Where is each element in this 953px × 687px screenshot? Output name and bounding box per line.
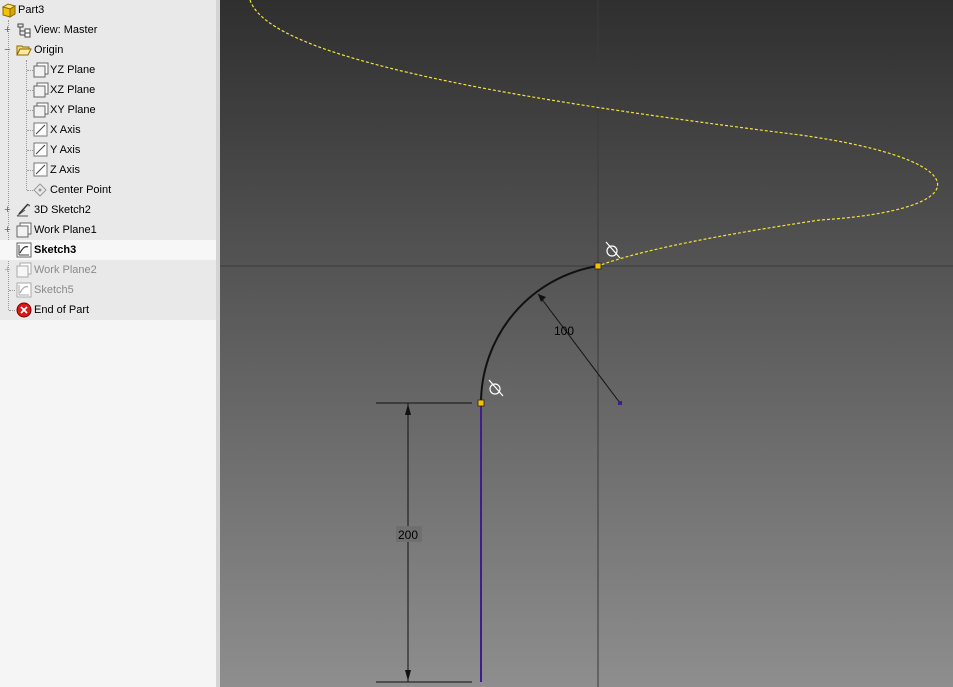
xy-plane-label: XY Plane — [50, 104, 96, 116]
part-name-label: Part3 — [18, 4, 45, 16]
length-dimension-text[interactable]: 200 — [398, 528, 418, 542]
yz-plane-label: YZ Plane — [50, 64, 96, 76]
axis-icon — [33, 142, 48, 157]
arc-endpoint-bottom[interactable] — [477, 399, 485, 407]
part-cube-icon — [1, 3, 17, 18]
sketch-canvas[interactable]: 100 200 — [220, 0, 953, 687]
expand-plus-icon[interactable]: + — [3, 25, 12, 36]
arc-center-point[interactable] — [618, 401, 622, 405]
sketch3-label: Sketch3 — [34, 244, 77, 256]
z-axis-label: Z Axis — [50, 164, 80, 176]
3d-sketch-icon — [16, 203, 30, 217]
view-rep-icon — [17, 23, 31, 38]
graphics-viewport[interactable]: 100 200 — [220, 0, 953, 687]
work-plane-icon — [16, 262, 32, 278]
open-folder-icon — [16, 45, 32, 56]
work-plane-icon — [16, 222, 32, 238]
plane-icon — [33, 102, 49, 118]
dimension-arrowhead-bottom — [405, 670, 411, 681]
x-axis-label: X Axis — [50, 124, 81, 136]
dimension-arrowhead-top — [405, 404, 411, 415]
radius-arrowhead — [538, 294, 546, 302]
plane-icon — [33, 82, 49, 98]
expand-plus-icon[interactable]: + — [3, 265, 12, 276]
work-plane2-label: Work Plane2 — [34, 264, 97, 276]
arc-endpoint-top[interactable] — [594, 262, 602, 270]
browser-tree-background — [0, 0, 216, 320]
tangent-constraint-icon[interactable] — [488, 379, 504, 397]
radius-dimension-line — [537, 293, 621, 404]
expand-plus-icon[interactable]: + — [3, 225, 12, 236]
sketch-icon — [16, 242, 32, 258]
tree-line — [9, 290, 15, 291]
plane-icon — [33, 62, 49, 78]
view-label: View: Master — [34, 24, 98, 36]
end-of-part-icon — [16, 302, 32, 318]
axis-icon — [33, 162, 48, 177]
sketch-arc[interactable] — [480, 265, 599, 404]
helix-reference-curve[interactable] — [249, 0, 939, 267]
active-row-highlight — [0, 240, 216, 260]
xz-plane-label: XZ Plane — [50, 84, 96, 96]
model-browser: Part3 + View: Master − Origin YZ Plane X… — [0, 0, 216, 687]
tree-line — [9, 310, 15, 311]
work-plane1-label: Work Plane1 — [34, 224, 97, 236]
center-point-label: Center Point — [50, 184, 112, 196]
axis-icon — [33, 122, 48, 137]
end-of-part-label: End of Part — [34, 304, 90, 316]
center-point-icon — [33, 183, 47, 197]
collapse-minus-icon[interactable]: − — [3, 45, 12, 56]
sketch-icon — [16, 282, 32, 298]
radius-dimension-text[interactable]: 100 — [554, 324, 574, 338]
sketch5-label: Sketch5 — [34, 284, 74, 296]
3d-sketch-label: 3D Sketch2 — [34, 204, 91, 216]
tangent-constraint-icon[interactable] — [605, 241, 621, 259]
origin-label: Origin — [34, 44, 64, 56]
y-axis-label: Y Axis — [50, 144, 81, 156]
inventor-window: Part3 + View: Master − Origin YZ Plane X… — [0, 0, 953, 687]
expand-plus-icon[interactable]: + — [3, 205, 12, 216]
